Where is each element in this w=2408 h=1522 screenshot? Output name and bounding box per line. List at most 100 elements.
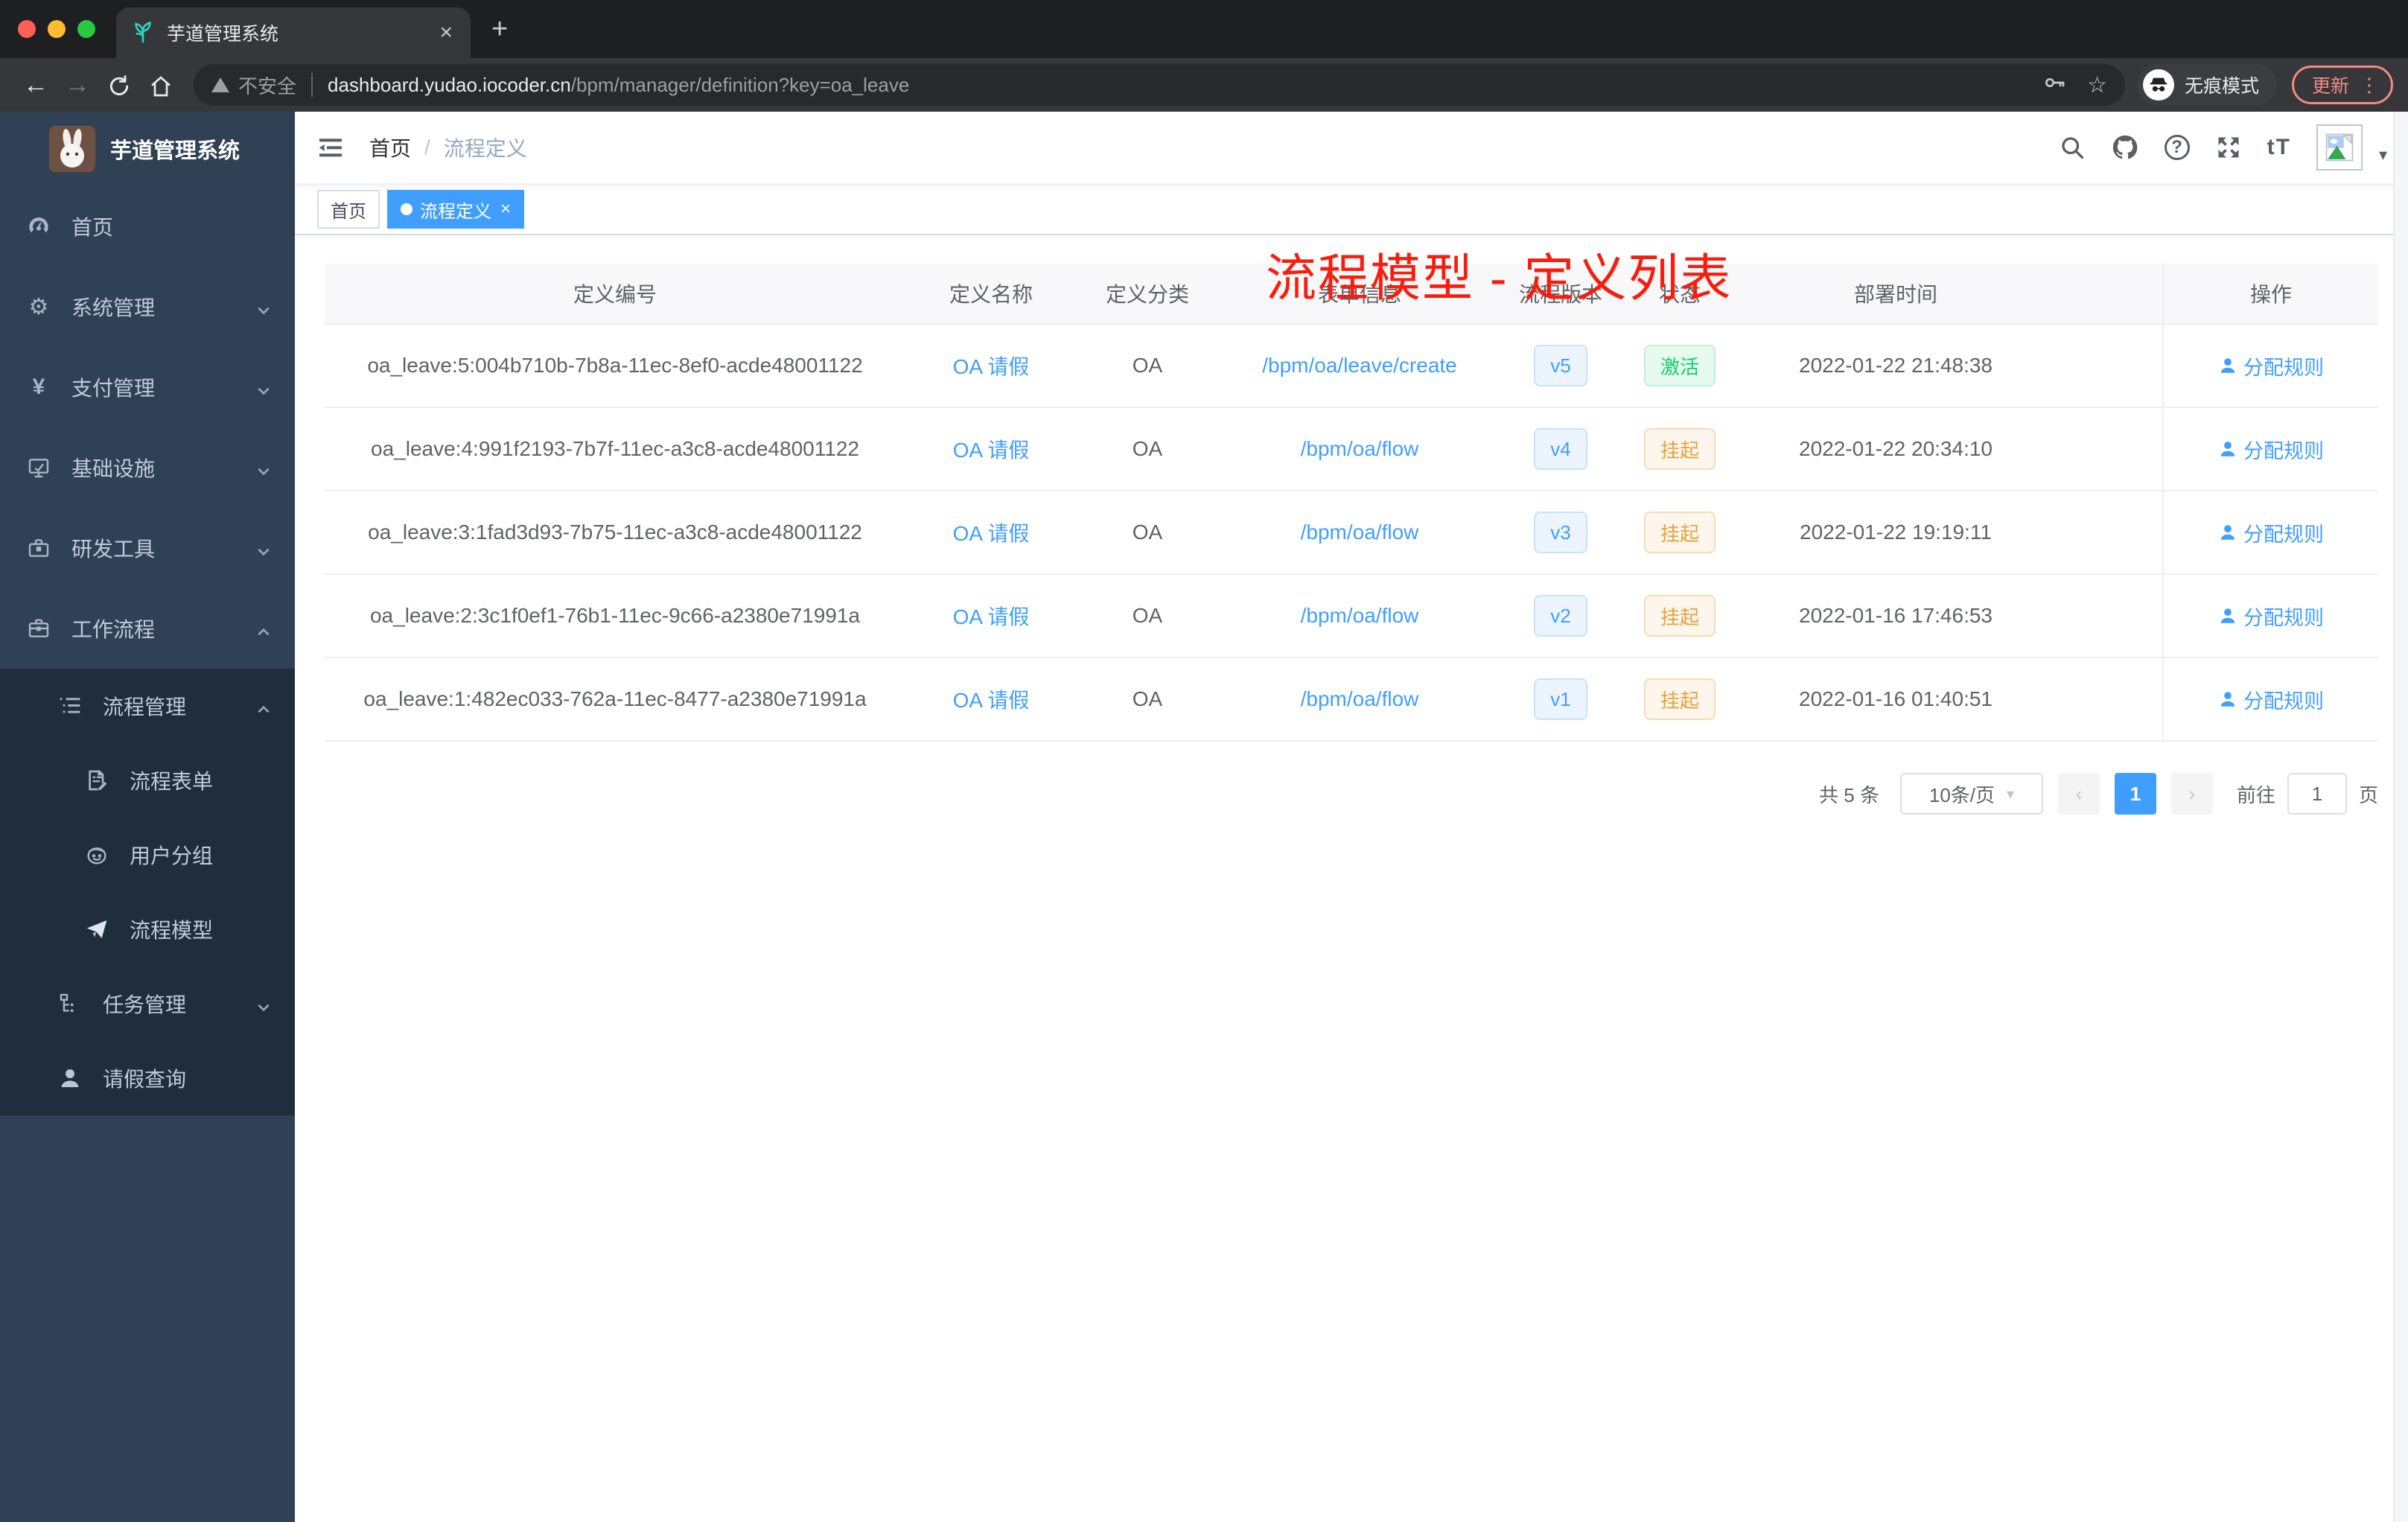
definition-name-link[interactable]: OA 请假 <box>953 355 1030 378</box>
sidebar-logo[interactable]: 芋道管理系统 <box>0 112 295 186</box>
sidebar-item-user-group[interactable]: 用户分组 <box>0 818 295 892</box>
form-link[interactable]: /bpm/oa/flow <box>1301 520 1419 544</box>
browser-tab[interactable]: 芋道管理系统 × <box>116 7 471 58</box>
font-size-icon[interactable]: tT <box>2267 135 2291 160</box>
pagination: 共 5 条 10条/页 ▾ ‹ 1 › 前往 页 <box>325 773 2378 815</box>
sidebar-item-workflow[interactable]: 工作流程 <box>0 588 295 669</box>
form-link[interactable]: /bpm/oa/flow <box>1301 604 1419 627</box>
prev-page-button[interactable]: ‹ <box>2057 773 2100 815</box>
forward-icon[interactable]: → <box>57 71 98 100</box>
sidebar-item-label: 首页 <box>71 216 114 239</box>
form-link[interactable]: /bpm/oa/leave/create <box>1262 354 1457 377</box>
user-avatar[interactable] <box>2316 124 2363 171</box>
cell-category: OA <box>1132 604 1163 627</box>
app-header: 首页 / 流程定义 ? tT ▾ <box>295 112 2408 185</box>
fullscreen-icon[interactable] <box>2215 134 2242 161</box>
form-link[interactable]: /bpm/oa/flow <box>1301 437 1419 460</box>
annotation-title: 流程模型 - 定义列表 <box>1266 250 1733 307</box>
assign-rule-button[interactable]: 分配规则 <box>2218 602 2324 631</box>
assign-rule-button[interactable]: 分配规则 <box>2218 685 2324 714</box>
sidebar-item-system[interactable]: ⚙ 系统管理 <box>0 267 295 347</box>
definition-name-link[interactable]: OA 请假 <box>953 522 1030 545</box>
page-scrollbar[interactable] <box>2393 112 2408 1522</box>
hamburger-icon[interactable] <box>316 133 345 162</box>
tag-close-icon[interactable]: × <box>500 199 511 220</box>
github-icon[interactable] <box>2111 133 2139 162</box>
assign-rule-button[interactable]: 分配规则 <box>2218 435 2324 464</box>
search-icon[interactable] <box>2059 134 2086 161</box>
breadcrumb-home[interactable]: 首页 <box>369 133 411 162</box>
definition-table: 定义编号 定义名称 定义分类 表单信息 流程版本 状态 部署时间 操作 oa_l… <box>325 264 2378 742</box>
close-window-button[interactable] <box>18 20 36 38</box>
assign-rule-button[interactable]: 分配规则 <box>2218 351 2324 380</box>
sidebar-item-label: 流程模型 <box>130 919 214 942</box>
sidebar-item-process-mgmt[interactable]: 流程管理 <box>0 669 295 743</box>
cell-category: OA <box>1132 354 1163 377</box>
chrome-menu-dots-icon[interactable]: ⋮ <box>2360 74 2379 97</box>
url-text[interactable]: dashboard.yudao.iocoder.cn/bpm/manager/d… <box>328 74 2028 97</box>
status-badge: 激活 <box>1643 345 1716 386</box>
chrome-update-button[interactable]: 更新 ⋮ <box>2291 66 2393 104</box>
assign-rule-button[interactable]: 分配规则 <box>2218 518 2324 547</box>
list-tree-icon <box>58 694 82 718</box>
page-size-select[interactable]: 10条/页 ▾ <box>1899 773 2043 815</box>
definition-name-link[interactable]: OA 请假 <box>953 605 1030 628</box>
page-number-button[interactable]: 1 <box>2114 773 2156 815</box>
page-content: 定义编号 定义名称 定义分类 表单信息 流程版本 状态 部署时间 操作 oa_l… <box>295 235 2408 1522</box>
sidebar-item-leave-query[interactable]: 请假查询 <box>0 1041 295 1115</box>
page-size-value: 10条/页 <box>1928 783 1995 806</box>
yen-icon: ¥ <box>32 375 45 399</box>
sidebar-item-label: 研发工具 <box>71 538 156 561</box>
status-badge: 挂起 <box>1643 678 1716 720</box>
col-header-category: 定义分类 <box>1105 283 1189 306</box>
sidebar-item-task-mgmt[interactable]: 任务管理 <box>0 967 295 1041</box>
home-icon[interactable] <box>140 71 182 100</box>
sidebar-item-devtools[interactable]: 研发工具 <box>0 508 295 588</box>
seedling-favicon-icon <box>131 21 155 45</box>
next-page-button[interactable]: › <box>2170 773 2213 815</box>
url-bar[interactable]: 不安全 dashboard.yudao.iocoder.cn/bpm/manag… <box>194 64 2125 106</box>
minimize-window-button[interactable] <box>48 20 66 38</box>
cell-deploy-time: 2022-01-22 19:19:11 <box>1800 520 1992 544</box>
col-header-name: 定义名称 <box>949 283 1033 306</box>
sidebar-item-process-form[interactable]: 流程表单 <box>0 743 295 818</box>
tag-process-definition[interactable]: 流程定义 × <box>387 190 525 229</box>
user-icon <box>2220 442 2235 456</box>
sidebar-item-infra[interactable]: 基础设施 <box>0 427 295 508</box>
sidebar-item-label: 请假查询 <box>103 1068 187 1091</box>
definition-name-link[interactable]: OA 请假 <box>953 689 1030 712</box>
version-tag: v1 <box>1534 678 1587 720</box>
bookmark-star-icon[interactable]: ☆ <box>2087 72 2107 98</box>
form-link[interactable]: /bpm/oa/flow <box>1301 687 1419 710</box>
cell-definition-id: oa_leave:1:482ec033-762a-11ec-8477-a2380… <box>363 687 867 710</box>
reload-icon[interactable] <box>98 71 140 100</box>
status-badge: 挂起 <box>1643 428 1716 470</box>
sidebar-item-home[interactable]: 首页 <box>0 186 295 267</box>
window-controls[interactable] <box>18 20 95 38</box>
breadcrumb: 首页 / 流程定义 <box>369 133 527 162</box>
help-icon[interactable]: ? <box>2164 135 2190 160</box>
question-mark-icon: ? <box>2164 135 2190 160</box>
maximize-window-button[interactable] <box>77 20 95 38</box>
logo-avatar <box>49 126 95 172</box>
avatar-caret-down-icon[interactable]: ▾ <box>2379 145 2387 165</box>
goto-page-input[interactable] <box>2287 773 2347 815</box>
version-tag: v5 <box>1534 345 1587 386</box>
sidebar-item-label: 流程管理 <box>103 695 187 719</box>
status-badge: 挂起 <box>1643 512 1716 553</box>
browser-toolbar: ← → 不安全 dashboard.yudao.iocoder.cn/bpm/m… <box>0 58 2408 112</box>
back-icon[interactable]: ← <box>15 71 57 100</box>
new-tab-button[interactable]: + <box>491 13 508 45</box>
cell-category: OA <box>1132 437 1163 460</box>
password-key-icon[interactable] <box>2042 71 2066 100</box>
sidebar-item-process-model[interactable]: 流程模型 <box>0 892 295 967</box>
screen: { "browser": { "tab_title": "芋道管理系统", "s… <box>0 0 2408 1522</box>
sidebar-item-payment[interactable]: ¥ 支付管理 <box>0 347 295 427</box>
col-header-action: 操作 <box>2162 264 2378 323</box>
tag-home[interactable]: 首页 <box>317 190 380 229</box>
sidebar-item-label: 用户分组 <box>130 844 214 867</box>
tab-close-icon[interactable]: × <box>436 20 456 45</box>
url-domain: dashboard.yudao.iocoder.cn <box>328 73 571 96</box>
definition-name-link[interactable]: OA 请假 <box>953 439 1030 462</box>
person-icon <box>58 1066 82 1090</box>
